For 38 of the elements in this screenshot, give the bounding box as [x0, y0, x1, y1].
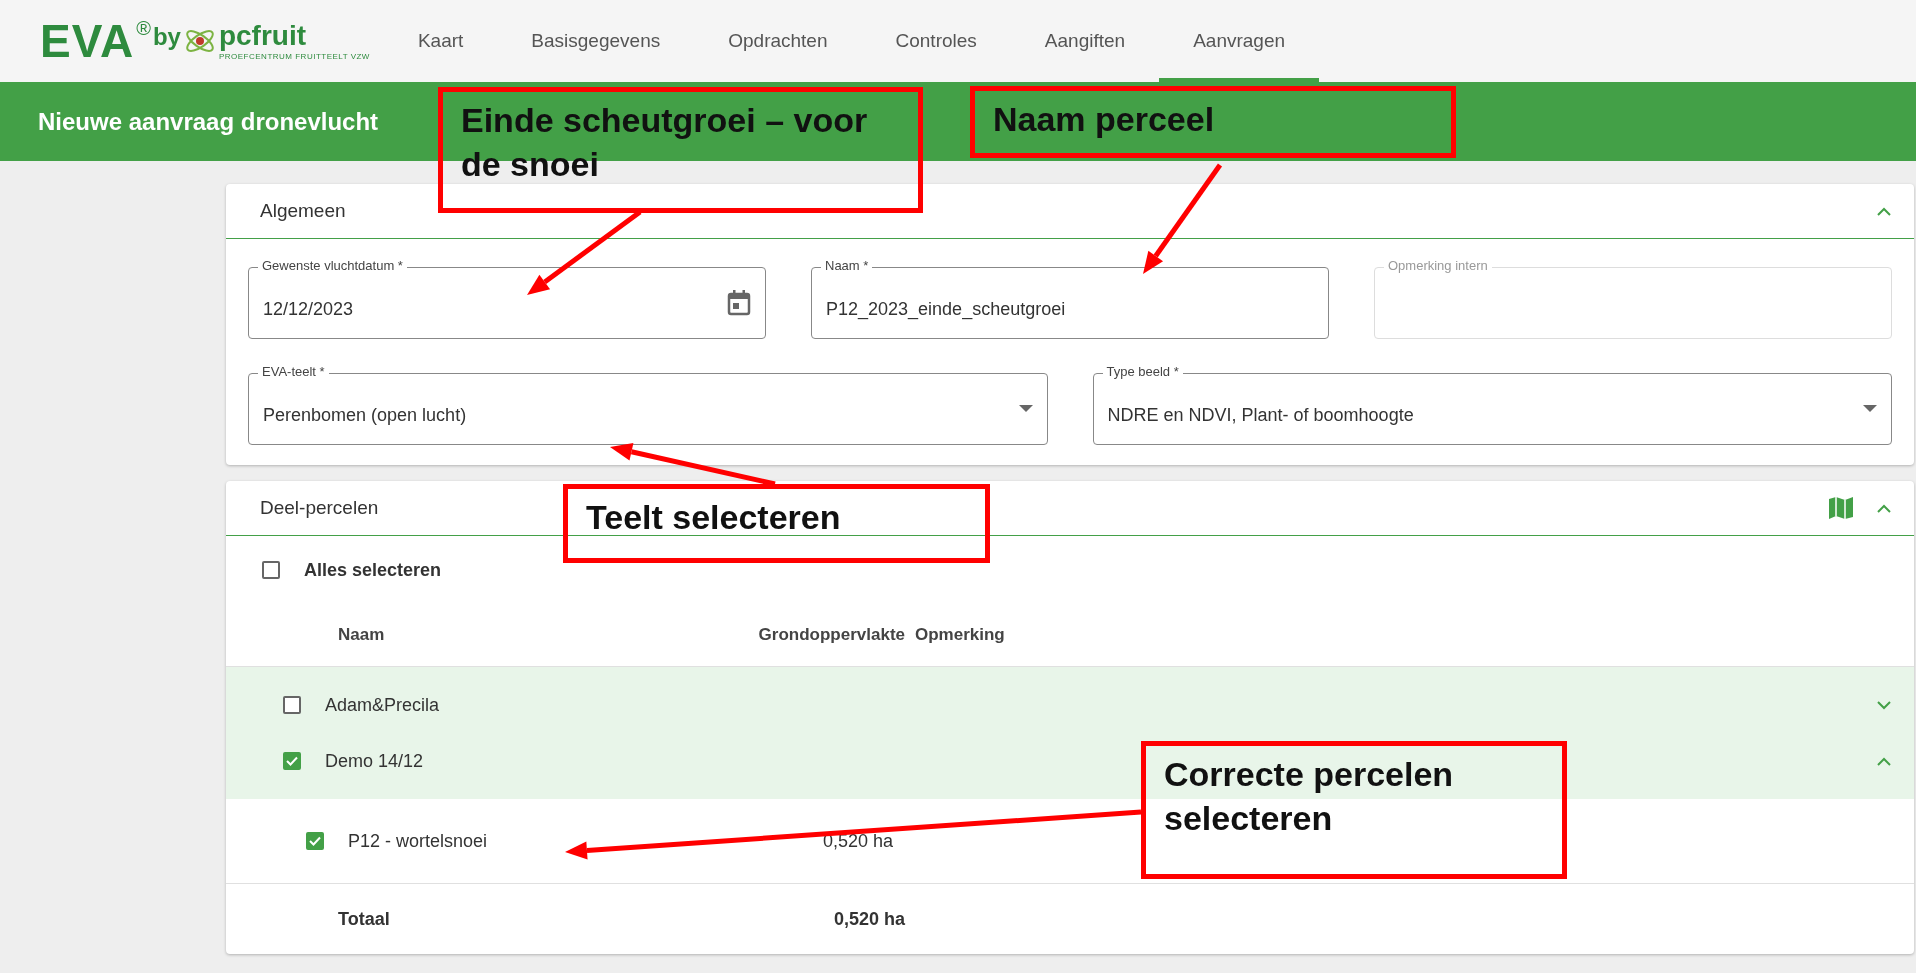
field-label: Type beeld *: [1102, 364, 1183, 379]
nav-tab[interactable]: Opdrachten: [694, 0, 862, 82]
chevron-down-icon[interactable]: [1876, 700, 1892, 710]
column-header: Grondoppervlakte: [758, 625, 905, 645]
logo: EVA®by pcfruit PROEFCENTRUM FRUITTEELT VZW: [40, 18, 370, 64]
group-name: Demo 14/12: [325, 750, 424, 772]
card-title: Algemeen: [260, 200, 346, 222]
checkbox[interactable]: [306, 832, 324, 850]
field-label: Opmerking intern: [1384, 258, 1492, 273]
nav-tab[interactable]: Aangiften: [1010, 0, 1160, 82]
checkbox[interactable]: [262, 561, 280, 579]
field-label: Gewenste vluchtdatum *: [258, 258, 407, 273]
total-area: 0,520 ha: [833, 908, 905, 930]
dropdown-caret-icon[interactable]: [1018, 405, 1033, 413]
calendar-icon[interactable]: [727, 290, 751, 316]
annotation-callout: Correcte percelen selecteren: [1141, 741, 1567, 879]
checkbox[interactable]: [283, 752, 301, 770]
field-label: EVA-teelt *: [258, 364, 329, 379]
chevron-up-icon[interactable]: [1876, 503, 1892, 513]
card-title: Deel-percelen: [260, 497, 379, 519]
nav-tab[interactable]: Kaart: [383, 0, 498, 82]
column-header: Opmerking: [915, 625, 1005, 645]
page-title: Nieuwe aanvraag dronevlucht: [38, 107, 379, 136]
annotation-callout: Teelt selecteren: [563, 484, 990, 563]
select-all-label: Alles selecteren: [304, 559, 442, 581]
field-label: Naam *: [821, 258, 873, 273]
chevron-up-icon[interactable]: [1876, 206, 1892, 216]
dropdown-caret-icon[interactable]: [1863, 405, 1877, 413]
annotation-callout: Naam perceel: [970, 86, 1456, 158]
checkbox[interactable]: [283, 696, 301, 714]
column-header: Naam: [338, 625, 385, 645]
map-icon[interactable]: [1828, 496, 1854, 520]
nav-tab[interactable]: Basisgegevens: [497, 0, 695, 82]
group-name: Adam&Precila: [325, 694, 440, 716]
parcel-name: P12 - wortelsnoei: [348, 830, 488, 852]
total-label: Totaal: [338, 908, 390, 930]
chevron-up-icon[interactable]: [1876, 756, 1892, 766]
nav-tab[interactable]: Controles: [861, 0, 1011, 82]
